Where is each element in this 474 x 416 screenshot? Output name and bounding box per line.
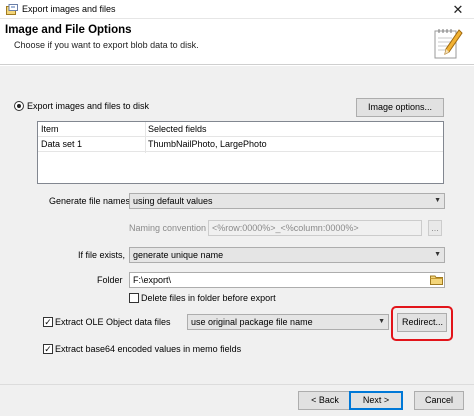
folder-field[interactable]: F:\export\: [129, 272, 445, 288]
close-icon[interactable]: ✕: [448, 1, 468, 18]
wizard-body: Export images and files to disk Image op…: [0, 66, 474, 384]
table-row[interactable]: Data set 1 ThumbNailPhoto, LargePhoto: [38, 137, 443, 152]
window-title: Export images and files: [22, 4, 116, 14]
generate-file-names-select[interactable]: using default values ▼: [129, 193, 445, 209]
next-button[interactable]: Next >: [349, 391, 403, 410]
if-file-exists-select[interactable]: generate unique name ▼: [129, 247, 445, 263]
folder-icon[interactable]: [430, 274, 443, 285]
image-options-button[interactable]: Image options...: [356, 98, 444, 117]
wizard-header: Image and File Options Choose if you wan…: [0, 19, 474, 65]
chevron-down-icon: ▼: [378, 318, 385, 325]
naming-convention-label: Naming convention: [129, 223, 207, 233]
naming-convention-value: <%row:0000%>_<%column:0000%>: [212, 223, 359, 233]
back-button[interactable]: < Back: [298, 391, 352, 410]
generate-file-names-label: Generate file names: [49, 196, 131, 206]
title-bar: Export images and files ✕: [0, 0, 474, 19]
fields-grid: Item Selected fields Data set 1 ThumbNai…: [37, 121, 444, 184]
delete-files-label[interactable]: Delete files in folder before export: [141, 293, 276, 303]
export-to-disk-label[interactable]: Export images and files to disk: [27, 101, 149, 111]
wizard-footer: < Back Next > Cancel: [0, 384, 474, 416]
folder-value: F:\export\: [133, 275, 172, 285]
if-file-exists-label: If file exists,: [78, 250, 126, 260]
chevron-down-icon: ▼: [434, 197, 441, 204]
cancel-button[interactable]: Cancel: [414, 391, 464, 410]
extract-ole-value: use original package file name: [191, 317, 313, 327]
grid-header-row: Item Selected fields: [38, 122, 443, 137]
folder-label: Folder: [97, 275, 123, 285]
extract-base64-label[interactable]: Extract base64 encoded values in memo fi…: [55, 344, 241, 354]
extract-ole-label[interactable]: Extract OLE Object data files: [55, 317, 171, 327]
extract-ole-checkbox[interactable]: ✓: [43, 317, 53, 327]
notepad-pencil-icon: [434, 29, 463, 59]
export-app-icon: [6, 4, 18, 15]
page-title: Image and File Options: [5, 24, 132, 36]
grid-header-fields: Selected fields: [148, 124, 207, 134]
chevron-down-icon: ▼: [434, 251, 441, 258]
grid-cell-fields: ThumbNailPhoto, LargePhoto: [148, 139, 267, 149]
generate-file-names-value: using default values: [133, 196, 213, 206]
naming-convention-browse-button: ...: [428, 220, 442, 236]
grid-header-item: Item: [41, 124, 59, 134]
extract-base64-checkbox[interactable]: ✓: [43, 344, 53, 354]
if-file-exists-value: generate unique name: [133, 250, 224, 260]
redirect-button[interactable]: Redirect...: [397, 313, 447, 332]
grid-cell-item: Data set 1: [41, 139, 83, 149]
export-to-disk-radio[interactable]: [14, 101, 24, 111]
naming-convention-field: <%row:0000%>_<%column:0000%>: [208, 220, 422, 236]
extract-ole-select[interactable]: use original package file name ▼: [187, 314, 389, 330]
delete-files-checkbox[interactable]: [129, 293, 139, 303]
page-subtitle: Choose if you want to export blob data t…: [14, 40, 199, 50]
